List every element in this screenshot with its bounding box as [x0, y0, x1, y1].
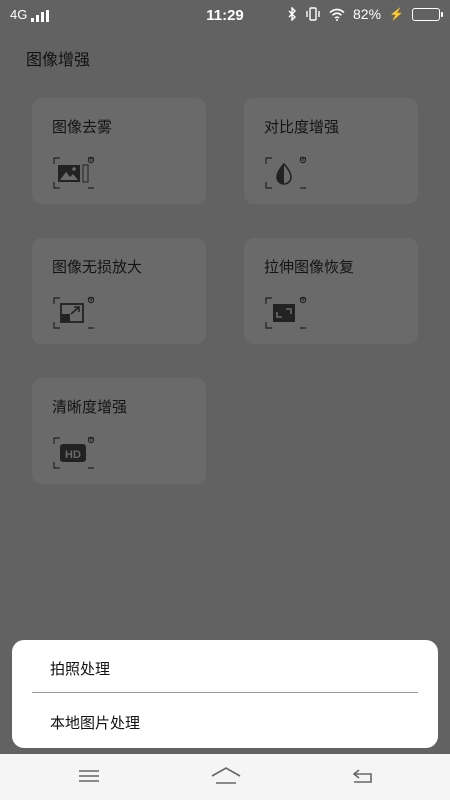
image-landscape-icon: [53, 156, 95, 189]
bluetooth-icon: [288, 7, 297, 21]
svg-text:HD: HD: [65, 449, 81, 461]
home-icon[interactable]: [210, 766, 242, 786]
card-title: 图像无损放大: [52, 258, 143, 276]
card-title: 图像去雾: [52, 118, 113, 136]
stretch-restore-icon: [265, 296, 307, 329]
battery-icon: [412, 7, 443, 21]
status-bar: 4G 11:29 82% ⚡: [0, 0, 450, 32]
card-title: 拉伸图像恢复: [264, 258, 355, 276]
action-sheet: 拍照处理 本地图片处理: [12, 640, 438, 748]
card-stretch-restore[interactable]: 拉伸图像恢复: [244, 238, 418, 344]
card-lossless-enlarge[interactable]: 图像无损放大: [32, 238, 206, 344]
card-dehaze[interactable]: 图像去雾: [32, 98, 206, 204]
back-icon[interactable]: [350, 766, 376, 786]
menu-icon[interactable]: [76, 766, 102, 786]
card-title: 清晰度增强: [52, 398, 128, 416]
card-contrast[interactable]: 对比度增强: [244, 98, 418, 204]
contrast-icon: [265, 156, 307, 189]
enlarge-icon: [53, 296, 95, 329]
card-title: 对比度增强: [264, 118, 340, 136]
local-image-option[interactable]: 本地图片处理: [50, 712, 140, 733]
charging-icon: ⚡: [389, 7, 404, 21]
hd-icon: HD: [53, 436, 95, 469]
navigation-bar: [0, 754, 450, 800]
take-photo-option[interactable]: 拍照处理: [50, 658, 110, 679]
system-indicators: 82% ⚡: [288, 6, 443, 22]
page-title: 图像增强: [26, 50, 91, 69]
card-clarity-enhance[interactable]: 清晰度增强 HD: [32, 378, 206, 484]
wifi-icon: [329, 8, 345, 21]
vibrate-icon: [306, 7, 320, 21]
battery-percent: 82%: [353, 6, 382, 22]
divider: [32, 692, 418, 693]
